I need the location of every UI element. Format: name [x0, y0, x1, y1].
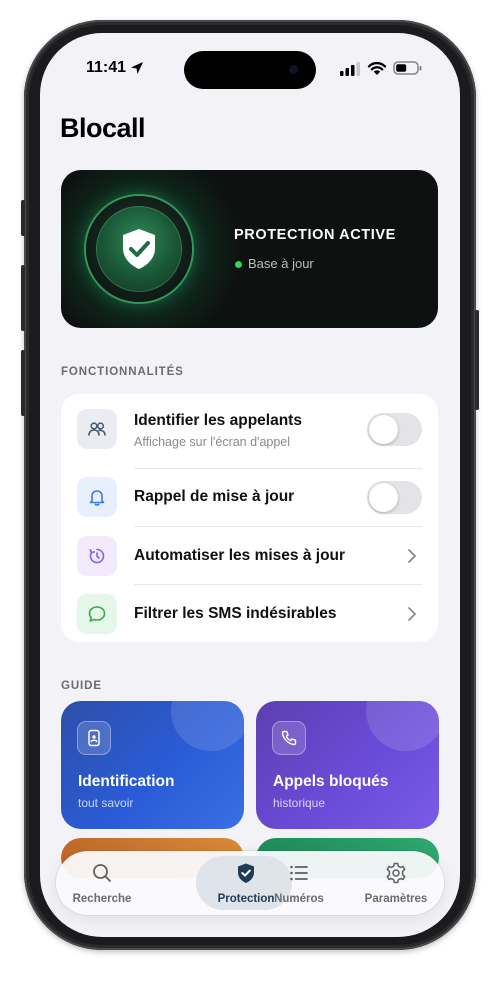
- feature-title: Identifier les appelants: [134, 412, 302, 429]
- feature-icon-box: [77, 536, 117, 576]
- feature-auto-updates[interactable]: Automatiser les mises à jour: [61, 527, 438, 585]
- tab-recherche[interactable]: Recherche: [56, 851, 148, 915]
- tab-label: Numéros: [274, 893, 324, 905]
- guide-card-title: Appels bloqués: [273, 773, 389, 790]
- chevron-right-icon: [408, 607, 416, 621]
- bell-icon: [89, 490, 105, 506]
- guide-card-subtitle: tout savoir: [78, 796, 134, 810]
- people-icon: [88, 422, 106, 436]
- guide-card-identification[interactable]: Identification tout savoir: [61, 701, 244, 829]
- app-title: Blocall: [60, 113, 146, 143]
- guide-card-title: Identification: [78, 773, 175, 790]
- decorative-bubble: [171, 701, 244, 751]
- tab-bar: Recherche Protection Numéros Paramètres: [56, 851, 444, 915]
- chevron-right-icon: [408, 549, 416, 563]
- tab-numeros[interactable]: Numéros: [253, 851, 345, 915]
- feature-title: Rappel de mise à jour: [134, 488, 295, 505]
- phone-id-icon: [88, 729, 100, 747]
- protection-badge-inner: [96, 206, 182, 292]
- tab-label: Paramètres: [364, 893, 428, 905]
- toggle-knob: [369, 415, 398, 444]
- guide-card-blocked-calls[interactable]: Appels bloqués historique: [256, 701, 439, 829]
- feature-filter-sms[interactable]: Filtrer les SMS indésirables: [61, 585, 438, 642]
- feature-title: Automatiser les mises à jour: [134, 547, 346, 564]
- status-time: 11:41: [86, 59, 127, 76]
- volume-up-button: [21, 265, 25, 331]
- tab-label: Recherche: [72, 893, 132, 905]
- feature-icon-box: [77, 409, 117, 449]
- dynamic-island: [184, 51, 316, 89]
- features-section-label: FONCTIONNALITÉS: [61, 366, 184, 378]
- guide-section-label: GUIDE: [61, 680, 102, 692]
- feature-update-reminder[interactable]: Rappel de mise à jour: [61, 469, 438, 527]
- feature-subtitle: Affichage sur l'écran d'appel: [134, 435, 291, 449]
- decorative-bubble: [366, 701, 439, 751]
- guide-card-subtitle: historique: [273, 796, 326, 810]
- protection-status-subtitle: Base à jour: [248, 256, 314, 271]
- cellular-signal-icon: [340, 62, 360, 76]
- search-icon: [93, 864, 111, 882]
- phone-icon: [281, 730, 297, 746]
- feature-icon-box: [77, 477, 117, 517]
- battery-icon: [393, 61, 422, 75]
- status-dot: [235, 261, 242, 268]
- camera-icon: [289, 65, 298, 74]
- screen: 11:41 Blocall PROTECTION ACTIVE Base à j…: [40, 33, 460, 937]
- features-list: Identifier les appelants Affichage sur l…: [61, 394, 438, 642]
- guide-icon-box: [272, 721, 306, 755]
- protection-status-card[interactable]: PROTECTION ACTIVE Base à jour: [61, 170, 438, 328]
- feature-identify-callers[interactable]: Identifier les appelants Affichage sur l…: [61, 394, 438, 466]
- action-button: [21, 200, 25, 236]
- guide-icon-box: [77, 721, 111, 755]
- protection-status-title: PROTECTION ACTIVE: [234, 227, 396, 243]
- tab-parametres[interactable]: Paramètres: [350, 851, 442, 915]
- identify-callers-toggle[interactable]: [367, 413, 422, 446]
- location-arrow-icon: [131, 62, 143, 74]
- power-button: [475, 310, 479, 410]
- protection-badge: [86, 196, 192, 302]
- timer-icon: [89, 548, 105, 564]
- feature-title: Filtrer les SMS indésirables: [134, 605, 337, 622]
- toggle-knob: [369, 483, 398, 512]
- message-icon: [88, 606, 106, 622]
- feature-icon-box: [77, 594, 117, 634]
- update-reminder-toggle[interactable]: [367, 481, 422, 514]
- gear-icon: [386, 862, 406, 884]
- volume-down-button: [21, 350, 25, 416]
- shield-check-icon: [123, 229, 155, 269]
- list-icon: [290, 865, 308, 881]
- wifi-icon: [367, 62, 387, 75]
